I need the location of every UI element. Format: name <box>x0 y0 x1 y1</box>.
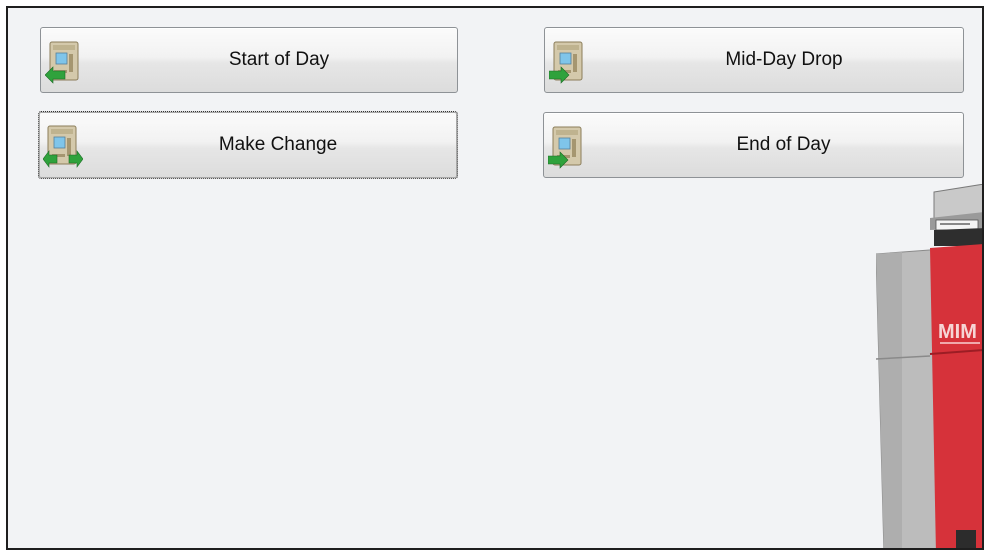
safe-close-icon <box>548 125 588 169</box>
end-of-day-label: End of Day <box>736 134 831 155</box>
safe-exchange-icon <box>43 124 83 168</box>
end-of-day-button[interactable]: End of Day <box>543 112 964 178</box>
safe-deposit-icon <box>45 40 85 84</box>
cash-machine-image: MIM <box>876 184 982 548</box>
app-window: Start of Day Mid-Day Drop Make Change En… <box>6 6 984 550</box>
make-change-label: Make Change <box>218 134 338 155</box>
mid-day-drop-label: Mid-Day Drop <box>725 49 843 70</box>
start-of-day-label: Start of Day <box>228 49 330 70</box>
mid-day-drop-button[interactable]: Mid-Day Drop <box>544 27 964 93</box>
machine-brand-text: MIM <box>938 321 977 343</box>
safe-drop-icon <box>549 40 589 84</box>
make-change-button[interactable]: Make Change <box>38 111 458 179</box>
start-of-day-button[interactable]: Start of Day <box>40 27 458 93</box>
